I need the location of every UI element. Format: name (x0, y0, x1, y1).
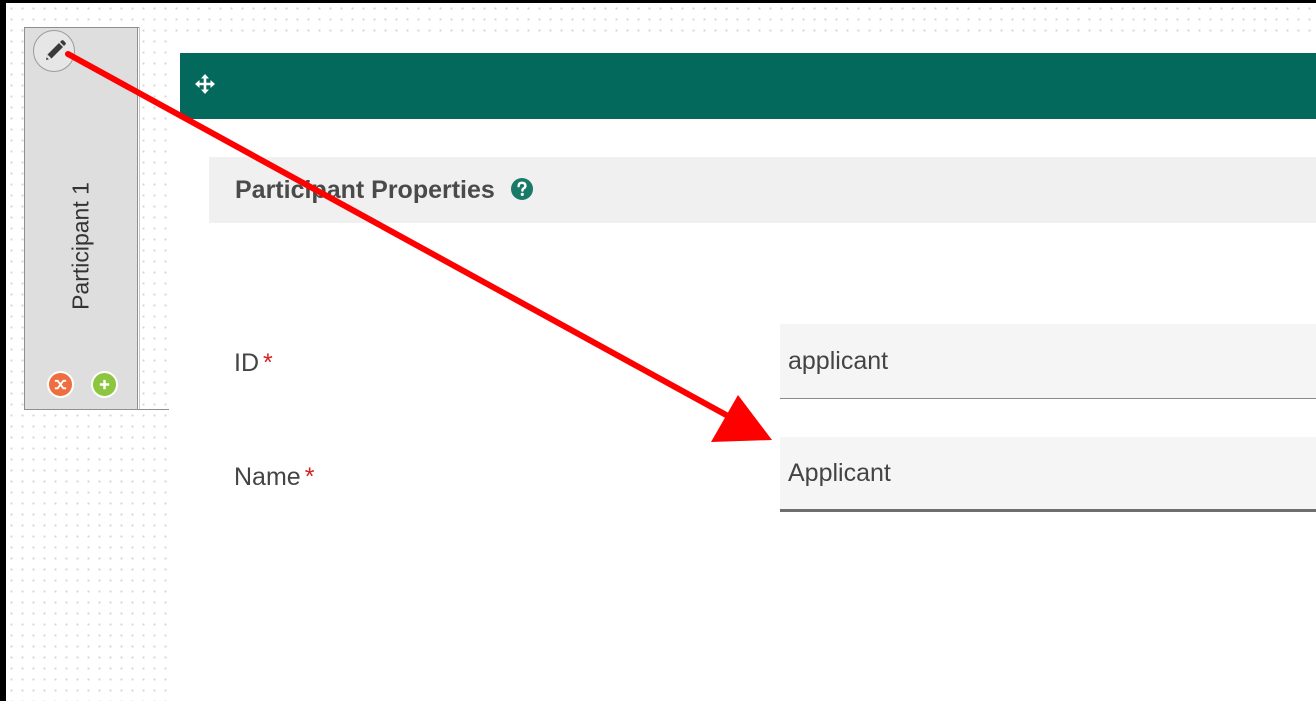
edit-participant-button[interactable] (33, 30, 75, 72)
name-label: Name * (234, 463, 314, 492)
section-header: Participant Properties (209, 157, 1316, 223)
remove-participant-button[interactable] (47, 371, 74, 398)
move-arrows-icon (195, 74, 215, 94)
id-required-mark: * (263, 349, 273, 377)
participant-lane[interactable]: Participant 1 (24, 27, 140, 410)
participant-lane-header[interactable]: Participant 1 (25, 28, 138, 409)
name-input[interactable] (780, 437, 1316, 512)
name-label-text: Name (234, 463, 301, 491)
participant-name-label: Participant 1 (67, 182, 94, 310)
name-required-mark: * (304, 463, 315, 491)
section-title-text: Participant Properties (235, 176, 495, 204)
section-title: Participant Properties (235, 176, 534, 205)
id-label-text: ID (234, 349, 259, 377)
panel-drag-bar[interactable] (180, 53, 1316, 119)
lane-bottom-border (24, 409, 169, 410)
plus-icon (99, 379, 110, 390)
question-circle-icon[interactable] (510, 177, 534, 201)
id-label: ID * (234, 349, 273, 378)
id-input[interactable] (780, 324, 1316, 399)
pencil-icon (46, 40, 66, 60)
lane-divider (139, 27, 140, 410)
add-participant-button[interactable] (91, 371, 118, 398)
workspace-canvas: Participant 1 Participant Properties ID … (0, 0, 1316, 701)
shuffle-icon (54, 379, 67, 390)
